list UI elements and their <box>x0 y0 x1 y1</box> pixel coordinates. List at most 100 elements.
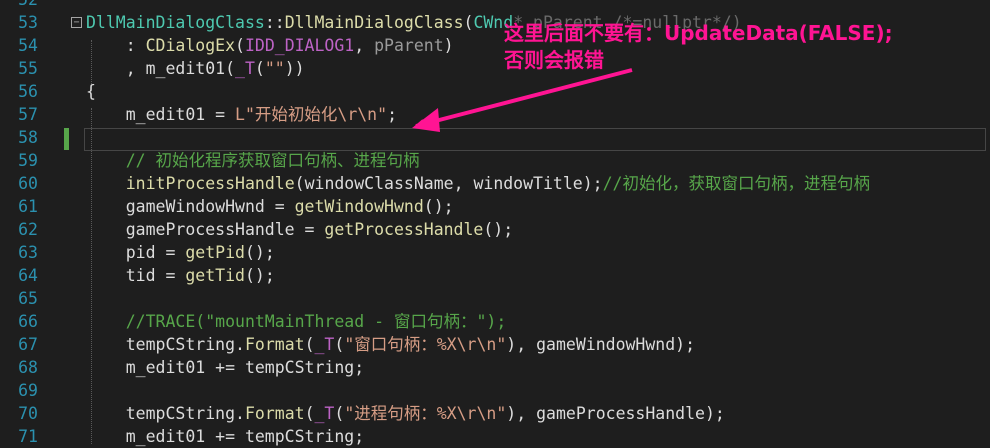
code-text: m_edit01 += tempCString; <box>86 356 364 379</box>
line-number: 52 <box>0 0 38 11</box>
line-number: 65 <box>18 289 38 308</box>
code-token: m_edit01 += tempCString; <box>86 358 365 377</box>
code-token: m_edit01 = <box>86 105 236 124</box>
code-token: L"开始初始化\r\n" <box>235 105 388 124</box>
code-text: m_edit01 = L"开始初始化\r\n"; <box>86 103 397 126</box>
code-line[interactable]: 57 m_edit01 = L"开始初始化\r\n"; <box>0 103 990 126</box>
code-token: , m_edit01( <box>86 59 236 78</box>
code-line[interactable]: 61 gameWindowHwnd = getWindowHwnd(); <box>0 195 990 218</box>
code-text: // 初始化程序获取窗口句柄、进程句柄 <box>86 149 420 172</box>
code-token: tempCString. <box>86 335 245 354</box>
code-token: ( <box>304 404 315 423</box>
code-token: Format <box>244 404 305 423</box>
line-number: 53 <box>18 13 38 32</box>
code-text: pid = getPid(); <box>86 241 275 264</box>
line-number: 62 <box>18 220 38 239</box>
code-token: ( <box>235 36 245 55</box>
code-token: )) <box>284 59 305 78</box>
code-token: tempCString. <box>86 404 245 423</box>
code-token: "窗口句柄：%X\r\n" <box>344 335 507 354</box>
code-token: CDialogEx <box>145 36 236 55</box>
code-line[interactable]: 62 gameProcessHandle = getProcessHandle(… <box>0 218 990 241</box>
fold-collapse-icon[interactable]: − <box>71 17 82 28</box>
line-number: 59 <box>18 151 38 170</box>
line-number: 55 <box>18 59 38 78</box>
code-token: gameProcessHandle = <box>86 220 325 239</box>
line-number: 68 <box>18 358 38 377</box>
code-token: _T <box>314 404 335 423</box>
code-text: tempCString.Format(_T("窗口句柄：%X\r\n"), ga… <box>86 333 695 356</box>
code-token: "" <box>264 59 285 78</box>
code-token: //初始化，获取窗口句柄，进程句柄 <box>602 174 870 193</box>
code-text: gameWindowHwnd = getWindowHwnd(); <box>86 195 454 218</box>
code-token: DllMainDialogClass <box>284 13 464 32</box>
code-token: ), gameProcessHandle); <box>506 404 725 423</box>
code-token: ( <box>463 13 474 32</box>
line-number: 63 <box>18 243 38 262</box>
code-line[interactable]: 60 initProcessHandle(windowClassName, wi… <box>0 172 990 195</box>
code-token: (); <box>483 220 514 239</box>
code-line[interactable]: 56 { <box>0 80 990 103</box>
code-token: { <box>86 82 96 101</box>
code-token: _T <box>235 59 255 78</box>
line-number: 58 <box>18 128 38 147</box>
code-text: gameProcessHandle = getProcessHandle(); <box>86 218 513 241</box>
code-token: (); <box>423 197 454 216</box>
code-token: pid = <box>86 243 186 262</box>
code-token: Format <box>244 335 305 354</box>
code-token: gameWindowHwnd = <box>86 197 295 216</box>
code-token: (windowClassName, windowTitle); <box>294 174 603 193</box>
line-number: 56 <box>18 82 38 101</box>
code-text: initProcessHandle(windowClassName, windo… <box>86 172 870 195</box>
code-text: m_edit01 += tempCString; <box>86 425 364 448</box>
code-token: getProcessHandle <box>324 220 484 239</box>
line-number: 66 <box>18 312 38 331</box>
code-token: : <box>86 36 146 55</box>
code-token: //TRACE("mountMainThread - 窗口句柄："); <box>86 312 507 331</box>
code-token: ; <box>387 105 397 124</box>
annotation-text: 这里后面不要有：UpdateData(FALSE); 否则会报错 <box>504 20 893 74</box>
code-line[interactable]: 58 <box>0 126 990 149</box>
code-token: (); <box>244 266 275 285</box>
annotation-line-1: 这里后面不要有：UpdateData(FALSE); <box>504 21 893 45</box>
code-line[interactable]: 52 <box>0 0 990 11</box>
line-number: 67 <box>18 335 38 354</box>
line-number: 61 <box>18 197 38 216</box>
line-number: 54 <box>18 36 38 55</box>
line-number: 70 <box>18 404 38 423</box>
code-token: _T <box>314 335 335 354</box>
code-token: , <box>354 36 375 55</box>
line-number: 69 <box>18 381 38 400</box>
code-line[interactable]: 71 m_edit01 += tempCString; <box>0 425 990 448</box>
code-line[interactable]: 67 tempCString.Format(_T("窗口句柄：%X\r\n"),… <box>0 333 990 356</box>
code-line[interactable]: 64 tid = getTid(); <box>0 264 990 287</box>
code-line[interactable]: 63 pid = getPid(); <box>0 241 990 264</box>
code-token: ( <box>254 59 265 78</box>
code-token: ( <box>304 335 315 354</box>
code-line[interactable]: 68 m_edit01 += tempCString; <box>0 356 990 379</box>
code-text: : CDialogEx(IDD_DIALOG1, pParent) <box>86 34 454 57</box>
code-text: //TRACE("mountMainThread - 窗口句柄："); <box>86 310 507 333</box>
code-token: ) <box>443 36 454 55</box>
code-token: getTid <box>185 266 245 285</box>
code-token: "进程句柄：%X\r\n" <box>344 404 507 423</box>
code-token: getPid <box>185 243 245 262</box>
code-token: // 初始化程序获取窗口句柄、进程句柄 <box>86 151 420 170</box>
code-token: pParent <box>374 36 444 55</box>
code-line[interactable]: 66 //TRACE("mountMainThread - 窗口句柄："); <box>0 310 990 333</box>
code-token: (); <box>244 243 275 262</box>
code-token: DllMainDialogClass <box>86 13 265 32</box>
code-text: tid = getTid(); <box>86 264 275 287</box>
code-line[interactable]: 65 <box>0 287 990 310</box>
code-line[interactable]: 70 tempCString.Format(_T("进程句柄：%X\r\n"),… <box>0 402 990 425</box>
line-number: 71 <box>18 427 38 446</box>
line-number: 57 <box>18 105 38 124</box>
code-token: ( <box>334 335 345 354</box>
code-token: m_edit01 += tempCString; <box>86 427 365 446</box>
code-line[interactable]: 69 <box>0 379 990 402</box>
line-number: 64 <box>18 266 38 285</box>
code-line[interactable]: 59 // 初始化程序获取窗口句柄、进程句柄 <box>0 149 990 172</box>
annotation-line-2: 否则会报错 <box>504 48 604 72</box>
code-token: tid = <box>86 266 186 285</box>
